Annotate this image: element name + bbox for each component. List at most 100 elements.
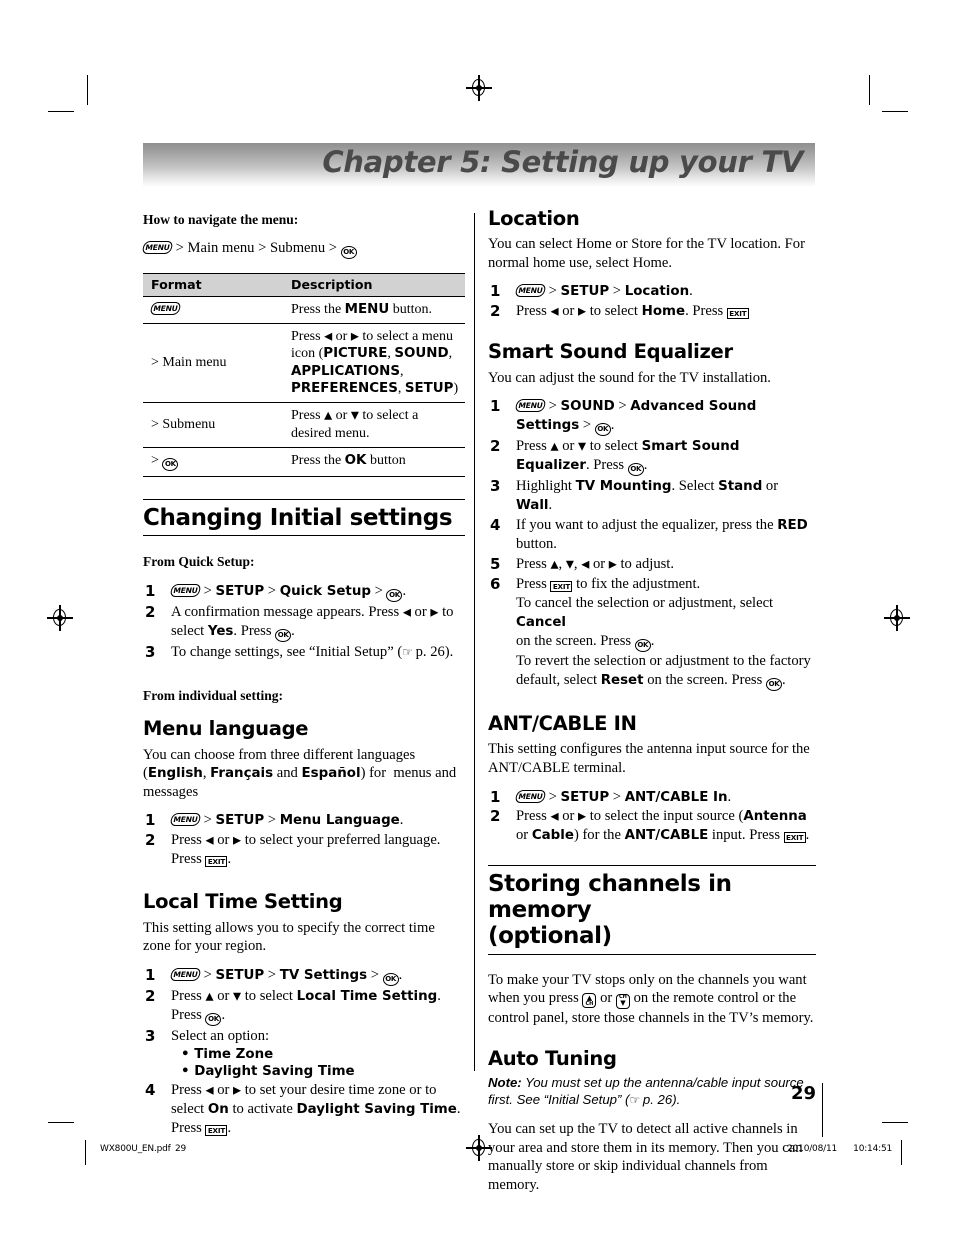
- path-submenu: Submenu: [269, 240, 326, 256]
- step-item: Press EXIT to fix the adjustment. To can…: [488, 575, 816, 692]
- step-item: Highlight TV Mounting. Select Stand or W…: [490, 477, 779, 514]
- crop-mark-top-right-horiz: [882, 111, 908, 113]
- menu-key-icon: MENU: [169, 584, 202, 598]
- step-item: MENU > SETUP > Quick Setup > OK.: [143, 582, 465, 603]
- path-sep-1: >: [175, 240, 184, 256]
- table-header-row: Format Description: [143, 273, 465, 297]
- heading-storing-channels: Storing channels in memory (optional): [488, 872, 816, 953]
- chapter-banner: Chapter 5: Setting up your TV: [143, 143, 815, 187]
- navigate-path: MENU > Main menu > Submenu > OK: [141, 240, 465, 259]
- step-item: MENU > SETUP > Location.: [488, 282, 816, 301]
- local-time-setting-body: This setting allows you to specify the c…: [143, 919, 435, 955]
- local-time-setting-steps: MENU > SETUP > TV Settings > OK. Press ▲…: [143, 966, 465, 1139]
- local-time-options: Time Zone Daylight Saving Time: [171, 1046, 465, 1081]
- crop-mark-bottom-right-horiz: [882, 1122, 908, 1124]
- footer-time: 10:14:51: [853, 1144, 892, 1154]
- menu-language-body: You can choose from three different lang…: [143, 746, 457, 800]
- ok-key-icon: OK: [634, 639, 651, 653]
- smart-sound-equalizer-steps: MENU > SOUND > Advanced Sound Settings >…: [488, 397, 816, 692]
- quick-setup-steps: MENU > SETUP > Quick Setup > OK. A confi…: [143, 582, 465, 662]
- picture-label: PICTURE: [323, 346, 388, 362]
- ok-key-icon: OK: [386, 589, 403, 603]
- step-item: A confirmation message appears. Press ◀ …: [143, 603, 465, 643]
- table-cell-description: Press ▲ or ▼ to select a desired menu.: [283, 402, 465, 448]
- format-gt: >: [151, 452, 159, 468]
- storing-channels-body: To make your TV stops only on the channe…: [488, 971, 814, 1027]
- footer-bar-right: [900, 1140, 902, 1165]
- menu-key-icon: MENU: [169, 813, 202, 827]
- table-cell-format: > OK: [143, 447, 283, 477]
- table-row: > Submenu Press ▲ or ▼ to select a desir…: [143, 402, 465, 448]
- exit-key-icon: EXIT: [205, 856, 228, 868]
- footer-filename: WX800U_EN.pdf: [100, 1144, 171, 1154]
- table-row: MENU Press the MENU button.: [143, 296, 465, 325]
- crop-mark-bottom-left-horiz: [48, 1122, 74, 1124]
- crop-mark-top-right-vert: [869, 75, 871, 105]
- from-individual-setting-label: From individual setting:: [143, 688, 284, 704]
- menu-key-icon: MENU: [514, 399, 547, 413]
- registration-mark-right: [884, 605, 910, 631]
- preferences-label: PREFERENCES: [291, 381, 398, 397]
- step-item: Press ▲ or ▼ to select Smart Sound Equal…: [488, 437, 816, 477]
- heading-auto-tuning: Auto Tuning: [488, 1046, 617, 1070]
- path-main-menu: Main menu: [187, 240, 255, 256]
- sound-label: SOUND: [394, 346, 449, 362]
- print-footer: WX800U_EN.pdf 29 2010/08/11 10:14:51: [0, 1140, 954, 1172]
- auto-tuning-note: Note: You must set up the antenna/cable …: [488, 1075, 804, 1107]
- hand-pointer-icon: ☞: [629, 1092, 640, 1107]
- option-daylight-saving-time: Daylight Saving Time: [181, 1063, 465, 1080]
- smart-sound-equalizer-body: You can adjust the sound for the TV inst…: [488, 369, 771, 386]
- from-quick-setup-label: From Quick Setup:: [143, 554, 255, 570]
- location-body: You can select Home or Store for the TV …: [488, 236, 805, 271]
- setup-label: SETUP: [215, 584, 265, 600]
- table-cell-format: > Main menu: [143, 323, 283, 404]
- page-number: 29: [790, 1083, 816, 1104]
- step-item: Press ▲, ▼, ◀ or ▶ to adjust.: [490, 555, 675, 574]
- registration-mark-top: [466, 75, 492, 101]
- step-item: If you want to adjust the equalizer, pre…: [490, 516, 808, 553]
- footer-page-number: 29: [175, 1144, 187, 1154]
- footer-bar-left: [85, 1140, 87, 1165]
- exit-key-icon: EXIT: [205, 1125, 228, 1137]
- lang-espanol: Español: [301, 766, 361, 782]
- hand-pointer-icon: ☞: [402, 645, 413, 660]
- left-column: How to navigate the menu: MENU > Main me…: [141, 212, 465, 1146]
- menu-language-steps: MENU > SETUP > Menu Language. Press ◀ or…: [143, 811, 465, 869]
- crop-mark-top-left-horiz: [48, 111, 74, 113]
- heading-changing-initial-settings: Changing Initial settings: [143, 504, 453, 531]
- heading-storing-channels-line1: Storing channels in memory: [488, 871, 732, 924]
- step-item: Press ◀ or ▶ to set your desire time zon…: [145, 1081, 461, 1137]
- heading-storing-channels-line2: (optional): [488, 922, 612, 949]
- step-item: MENU > SOUND > Advanced Sound Settings >…: [488, 397, 816, 437]
- step-item: MENU > SETUP > Menu Language.: [143, 811, 465, 830]
- menu-key-icon: MENU: [141, 241, 174, 254]
- quick-setup-label: Quick Setup: [279, 584, 371, 600]
- section-changing-initial-settings-heading-wrap: Changing Initial settings: [143, 498, 465, 537]
- table-cell-description: Press the OK button: [283, 447, 465, 477]
- heading-ant-cable-in: ANT/CABLE IN: [488, 712, 637, 736]
- path-sep-3: >: [328, 240, 338, 256]
- ok-key-icon: OK: [382, 972, 399, 986]
- channel-up-icon: ▲ CH: [582, 993, 597, 1009]
- location-steps: MENU > SETUP > Location. Press ◀ or ▶ to…: [488, 282, 816, 322]
- table-header-format: Format: [143, 273, 283, 297]
- menu-key-icon: MENU: [169, 967, 202, 981]
- heading-location: Location: [488, 207, 580, 230]
- step-item: Press ◀ or ▶ to select your preferred la…: [145, 831, 441, 868]
- heading-local-time-setting: Local Time Setting: [143, 890, 343, 914]
- manual-page: Chapter 5: Setting up your TV How to nav…: [0, 0, 954, 1235]
- ant-cable-in-body: This setting configures the antenna inpu…: [488, 741, 810, 776]
- channel-down-icon: CH ▼: [615, 994, 630, 1010]
- menu-key-icon: MENU: [149, 302, 182, 316]
- step-item: Press ◀ or ▶ to select the input source …: [490, 807, 810, 844]
- page-number-rule: [822, 1083, 824, 1137]
- lang-english: English: [147, 766, 203, 782]
- table-cell-format: MENU: [143, 296, 283, 325]
- right-column: Location You can select Home or Store fo…: [488, 207, 816, 1203]
- exit-key-icon: EXIT: [783, 832, 806, 844]
- crop-mark-top-left-vert: [87, 75, 89, 105]
- applications-label: APPLICATIONS: [291, 363, 401, 379]
- exit-key-icon: EXIT: [550, 581, 573, 593]
- exit-key-icon: EXIT: [726, 308, 749, 320]
- table-cell-format: > Submenu: [143, 402, 283, 448]
